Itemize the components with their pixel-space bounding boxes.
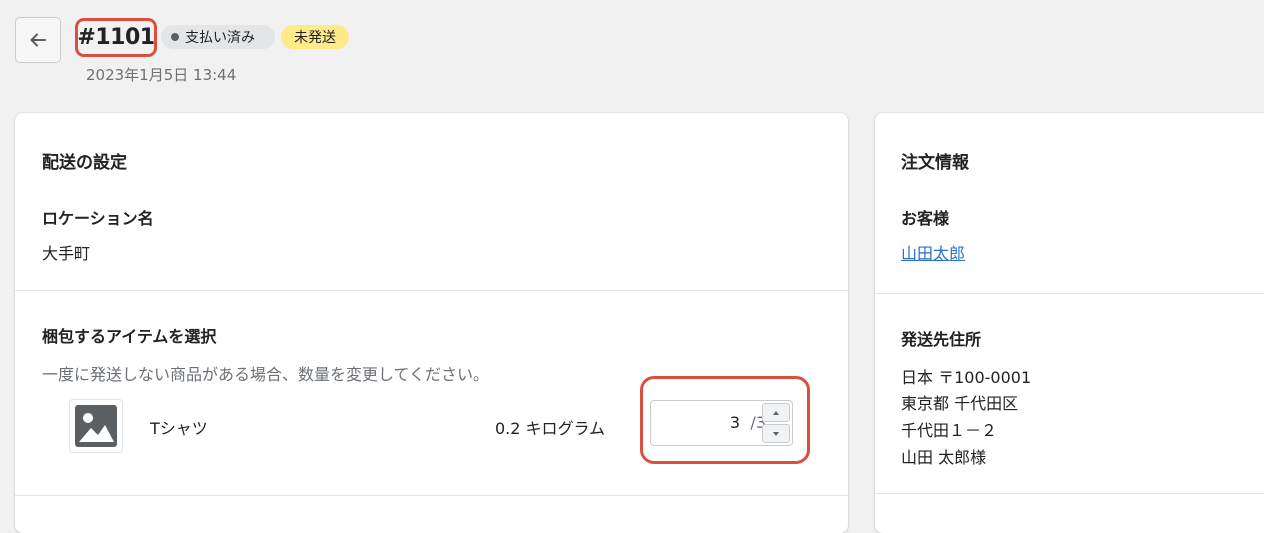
caret-up-icon xyxy=(773,410,779,415)
section-divider xyxy=(15,290,848,291)
shipping-settings-title: 配送の設定 xyxy=(42,153,127,173)
items-heading: 梱包するアイテムを選択 xyxy=(42,327,217,346)
item-thumbnail xyxy=(69,399,123,453)
shipping-settings-card: 配送の設定 ロケーション名 大手町 梱包するアイテムを選択 一度に発送しない商品… xyxy=(15,113,848,533)
section-divider-bottom xyxy=(875,493,1264,494)
image-placeholder-icon xyxy=(75,405,117,447)
back-button[interactable] xyxy=(15,17,61,63)
item-weight: 0.2 キログラム xyxy=(495,419,606,438)
fulfillment-status-label: 未発送 xyxy=(294,30,336,46)
section-divider xyxy=(875,293,1264,294)
order-number-highlight: #1101 xyxy=(75,18,157,57)
address-line: 千代田１－２ xyxy=(901,421,998,440)
location-heading: ロケーション名 xyxy=(42,209,154,228)
payment-status-badge: 支払い済み xyxy=(161,25,275,49)
address-line: 東京都 千代田区 xyxy=(901,394,1019,413)
customer-heading: お客様 xyxy=(901,209,950,228)
address-heading: 発送先住所 xyxy=(901,330,982,349)
increment-button[interactable] xyxy=(762,403,790,422)
section-divider-bottom xyxy=(15,495,848,496)
caret-down-icon xyxy=(773,431,779,436)
order-date: 2023年1月5日 13:44 xyxy=(86,66,237,84)
address-line: 山田 太郎様 xyxy=(901,448,987,467)
customer-name-link[interactable]: 山田太郎 xyxy=(901,240,965,264)
arrow-left-icon xyxy=(30,33,46,47)
order-info-card: 注文情報 お客様 山田太郎 発送先住所 日本 〒100-0001 東京都 千代田… xyxy=(875,113,1264,533)
location-value: 大手町 xyxy=(42,244,91,263)
payment-status-label: 支払い済み xyxy=(185,30,255,46)
status-dot-icon xyxy=(171,33,179,41)
quantity-value[interactable]: 3 xyxy=(730,413,740,432)
items-help-text: 一度に発送しない商品がある場合、数量を変更してください。 xyxy=(42,365,490,384)
order-number: #1101 xyxy=(77,25,155,50)
quantity-stepper[interactable]: 3 /3 xyxy=(650,400,793,446)
address-line: 日本 〒100-0001 xyxy=(901,368,1032,387)
item-name: Tシャツ xyxy=(150,419,208,438)
decrement-button[interactable] xyxy=(762,424,790,443)
stepper-controls xyxy=(762,403,790,443)
fulfillment-status-badge: 未発送 xyxy=(281,25,349,49)
order-info-title: 注文情報 xyxy=(901,153,969,173)
